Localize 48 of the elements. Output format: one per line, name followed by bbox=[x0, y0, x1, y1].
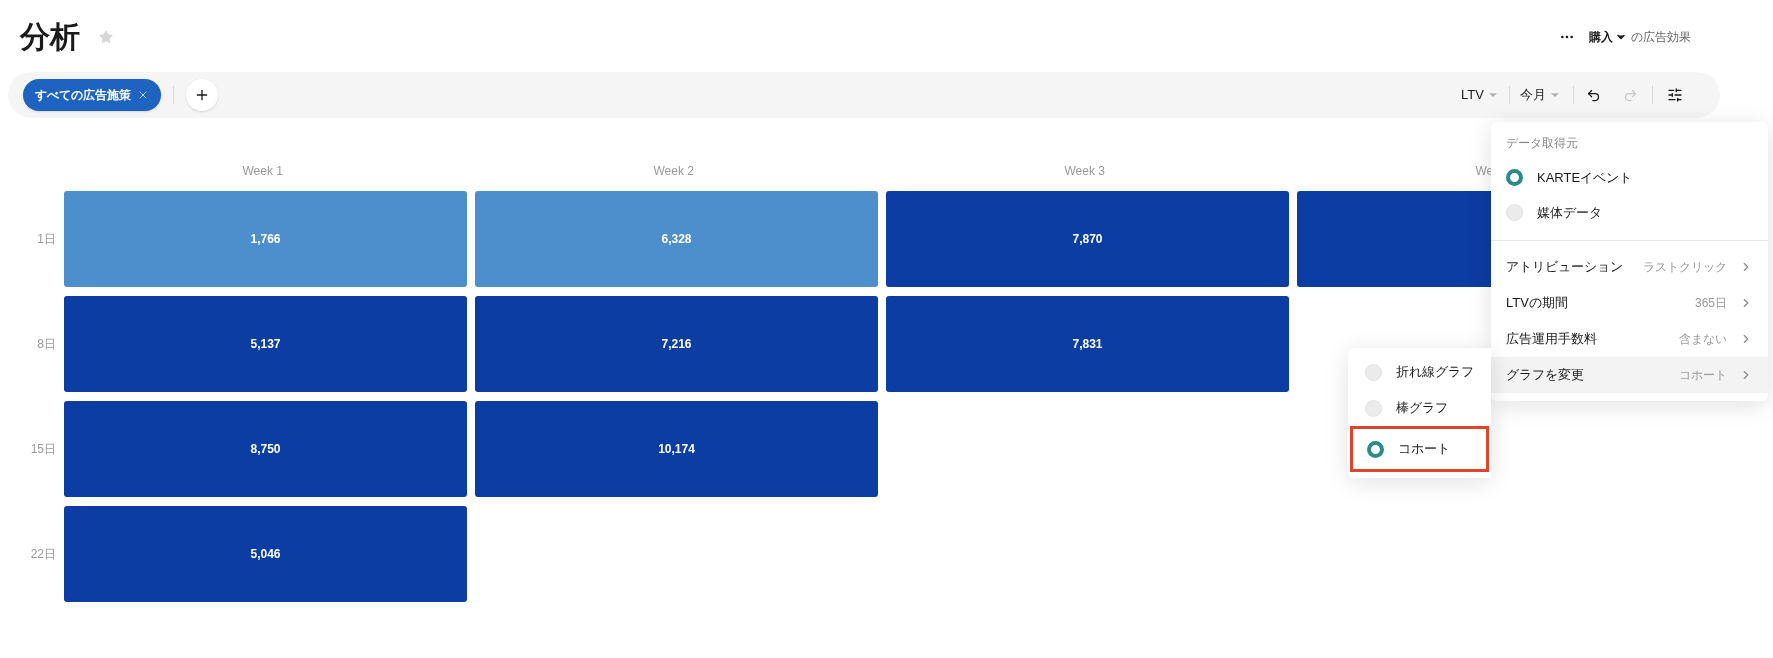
chart-type-option[interactable]: コホート bbox=[1398, 439, 1450, 459]
row-label: 1日 bbox=[36, 231, 56, 248]
menu-item[interactable]: LTVの期間 365日 bbox=[1491, 285, 1768, 321]
row-label: 15日 bbox=[29, 441, 56, 458]
cohort-cell: 8,750 bbox=[64, 401, 467, 497]
settings-icon[interactable] bbox=[1667, 87, 1683, 103]
undo-icon[interactable] bbox=[1586, 87, 1601, 103]
cohort-cell: 6,328 bbox=[475, 191, 878, 287]
chart-type-option[interactable]: 棒グラフ bbox=[1396, 398, 1448, 418]
menu-item-label: LTVの期間 bbox=[1506, 294, 1568, 313]
cohort-cell: 7,216 bbox=[475, 296, 878, 392]
menu-item[interactable]: 広告運用手数料 含まない bbox=[1491, 321, 1768, 357]
menu-item-value: 含まない bbox=[1679, 331, 1727, 348]
cohort-cell: 5,046 bbox=[64, 506, 467, 602]
menu-item-label: アトリビューション bbox=[1506, 258, 1623, 277]
radio-button[interactable] bbox=[1367, 440, 1384, 458]
plus-icon bbox=[194, 87, 210, 103]
radio-button[interactable] bbox=[1506, 169, 1523, 186]
menu-item-value: コホート bbox=[1679, 367, 1727, 384]
menu-item-label: グラフを変更 bbox=[1506, 366, 1584, 385]
cohort-cell: 5,137 bbox=[64, 296, 467, 392]
column-header: Week 2 bbox=[653, 163, 694, 180]
chart-type-option[interactable]: 折れ線グラフ bbox=[1396, 362, 1474, 382]
row-label: 22日 bbox=[29, 546, 56, 563]
source-option[interactable]: KARTEイベント bbox=[1537, 167, 1633, 188]
cohort-cell: 1,766 bbox=[64, 191, 467, 287]
close-icon[interactable] bbox=[137, 89, 149, 101]
header-suffix: の広告効果 bbox=[1631, 29, 1691, 46]
metric-dropdown[interactable]: 購入 bbox=[1589, 28, 1627, 46]
metric-select[interactable]: LTV bbox=[1461, 85, 1499, 105]
period-select[interactable]: 今月 bbox=[1520, 85, 1561, 105]
add-button[interactable] bbox=[186, 79, 218, 111]
column-header: Week 3 bbox=[1064, 163, 1105, 180]
page-title: 分析 bbox=[20, 22, 80, 52]
source-option[interactable]: 媒体データ bbox=[1537, 202, 1602, 223]
menu-section-title: データ取得元 bbox=[1505, 135, 1579, 152]
menu-item-value: 365日 bbox=[1694, 295, 1727, 312]
menu-item-label: 広告運用手数料 bbox=[1506, 330, 1597, 349]
cohort-cell: 10,174 bbox=[475, 401, 878, 497]
column-header: Week 1 bbox=[242, 163, 283, 180]
star-icon[interactable] bbox=[98, 29, 114, 45]
filter-chip[interactable]: すべての広告施策 bbox=[23, 79, 161, 111]
menu-item[interactable]: アトリビューション ラストクリック bbox=[1491, 249, 1768, 285]
cohort-cell: 7,831 bbox=[886, 296, 1289, 392]
menu-item-value: ラストクリック bbox=[1643, 259, 1727, 276]
row-label: 8日 bbox=[36, 336, 56, 353]
menu-item[interactable]: グラフを変更 コホート bbox=[1491, 357, 1768, 393]
cohort-cell: 7,870 bbox=[886, 191, 1289, 287]
